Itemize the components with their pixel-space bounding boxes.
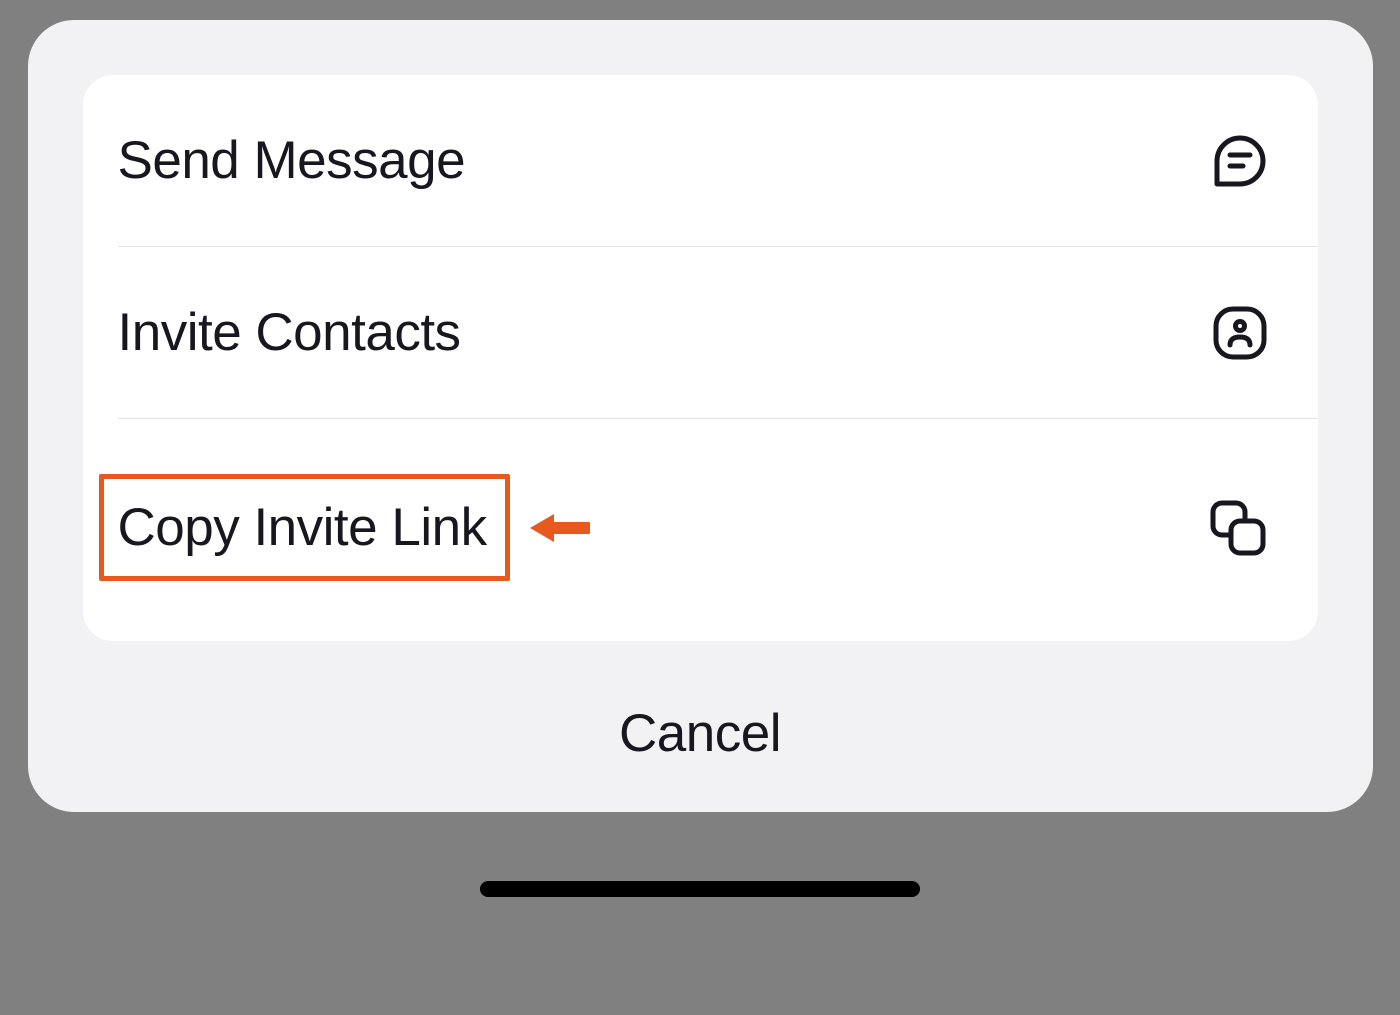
- action-sheet: Send Message Invite Contacts: [28, 20, 1373, 812]
- highlight-box: Copy Invite Link: [99, 474, 510, 581]
- chat-icon: [1210, 131, 1270, 191]
- menu-item-label: Send Message: [118, 130, 466, 191]
- copy-icon: [1206, 496, 1270, 560]
- highlight-annotation: Copy Invite Link: [118, 474, 590, 581]
- home-indicator: [480, 881, 920, 897]
- menu-item-label: Invite Contacts: [118, 302, 461, 363]
- menu-item-copy-invite-link[interactable]: Copy Invite Link: [83, 419, 1318, 641]
- cancel-label: Cancel: [619, 704, 781, 763]
- menu-item-label: Copy Invite Link: [118, 498, 487, 557]
- arrow-left-icon: [530, 506, 590, 550]
- cancel-button[interactable]: Cancel: [83, 641, 1318, 782]
- menu-card: Send Message Invite Contacts: [83, 75, 1318, 641]
- menu-item-send-message[interactable]: Send Message: [83, 75, 1318, 246]
- person-icon: [1210, 303, 1270, 363]
- menu-item-invite-contacts[interactable]: Invite Contacts: [83, 247, 1318, 418]
